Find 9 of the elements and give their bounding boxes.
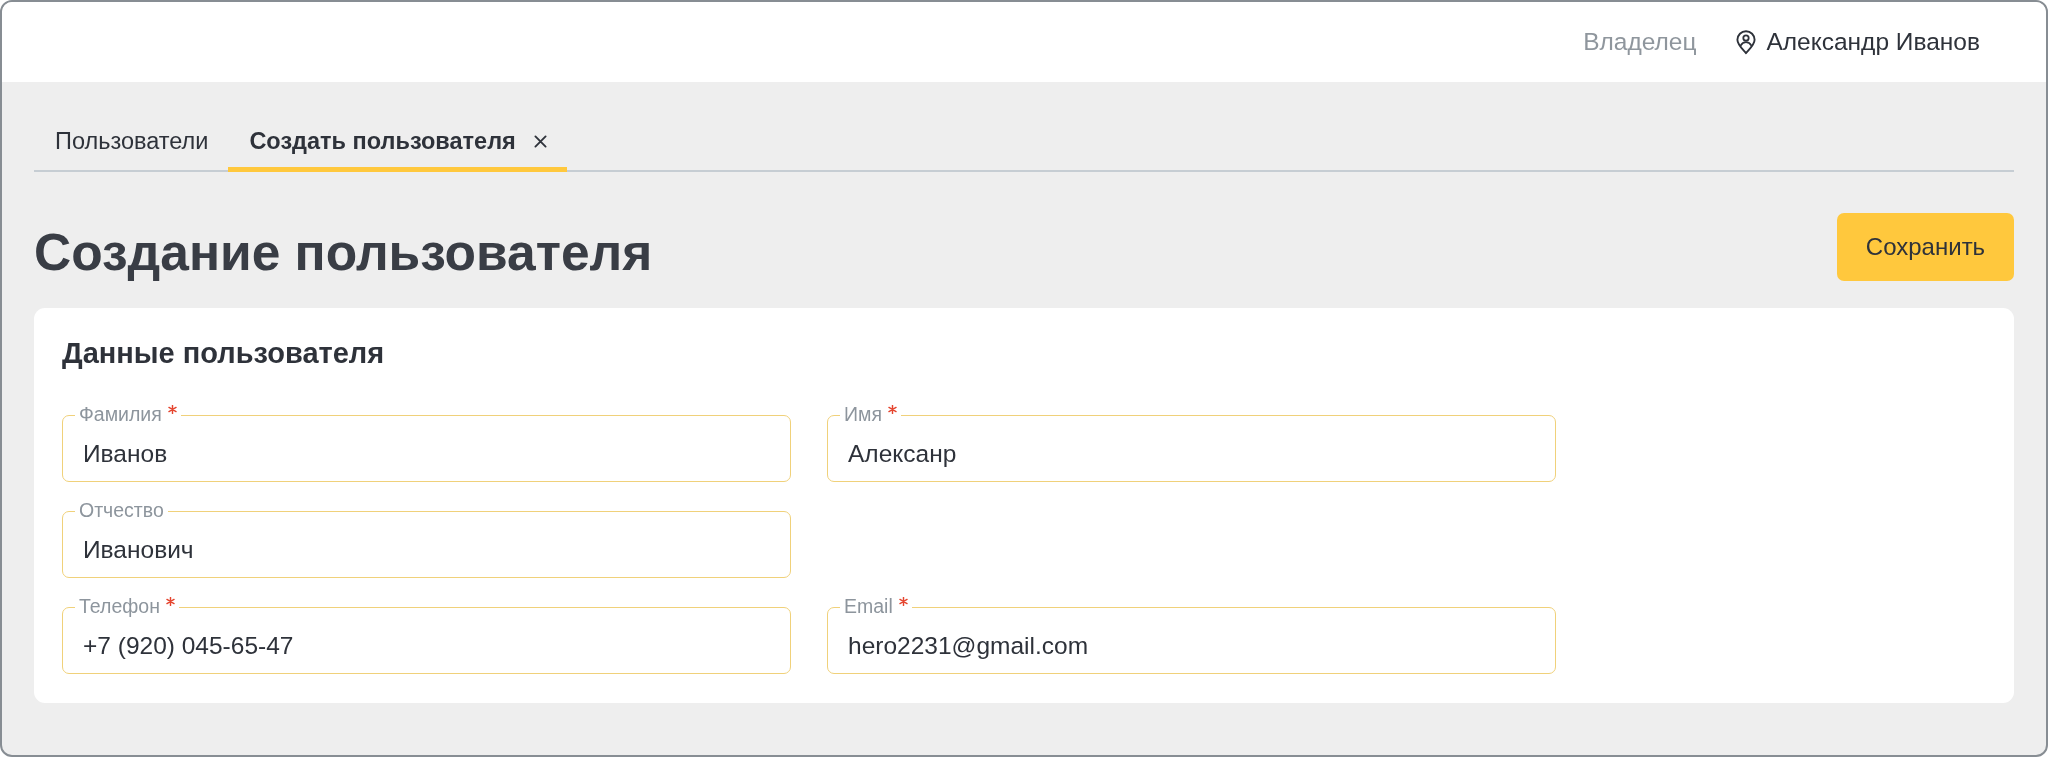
user-pin-icon	[1736, 29, 1757, 55]
user-name-link[interactable]: Александр Иванов	[1766, 23, 1980, 61]
tab[interactable]: Создать пользователя	[228, 115, 567, 172]
page-title: Создание пользователя	[34, 223, 653, 281]
section-title: Данные пользователя	[62, 336, 386, 370]
user-role-text: Владелец	[1583, 26, 1697, 57]
tab[interactable]: Пользователи	[34, 115, 229, 172]
save-button[interactable]: Сохранить	[1837, 213, 2014, 281]
close-icon[interactable]	[533, 135, 547, 148]
